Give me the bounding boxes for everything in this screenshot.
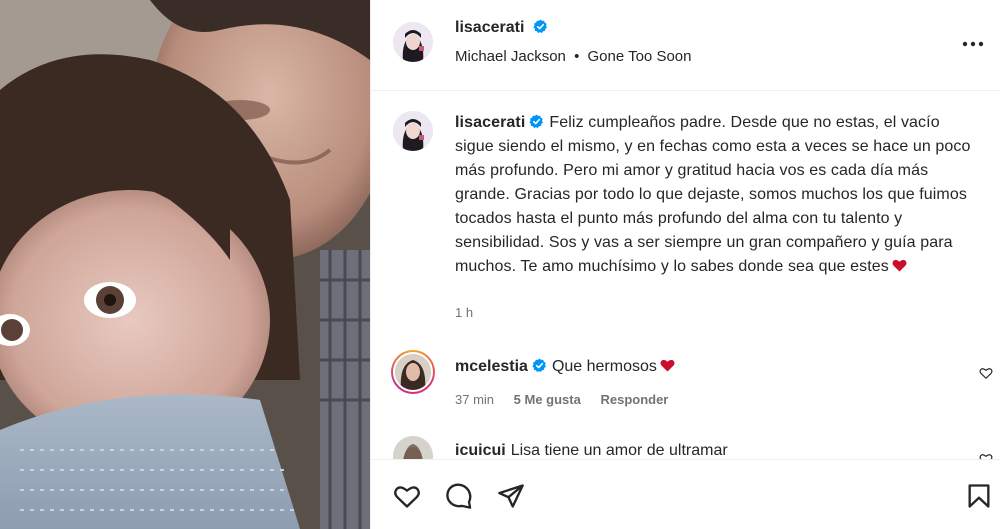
heart-icon[interactable]: [393, 482, 421, 510]
post-header: lisacerati Michael Jackson • Gone Too So…: [371, 0, 1000, 91]
red-heart-emoji-icon: [892, 259, 907, 272]
audio-attribution[interactable]: Michael Jackson • Gone Too Soon: [455, 48, 691, 65]
red-heart-emoji-icon: [660, 359, 675, 372]
comment-icon[interactable]: [445, 482, 473, 510]
bookmark-icon[interactable]: [965, 482, 993, 510]
separator-dot: •: [574, 48, 580, 65]
comment-meta: 37 min 5 Me gusta Responder: [455, 392, 684, 407]
more-options-button[interactable]: [959, 34, 987, 54]
comment-timestamp[interactable]: 37 min: [455, 392, 494, 407]
caption-username[interactable]: lisacerati: [455, 114, 525, 131]
comment-text-line: mcelestia Que hermosos: [455, 356, 675, 378]
reply-button[interactable]: Responder: [600, 392, 668, 407]
commenter-avatar[interactable]: [391, 350, 435, 394]
verified-badge-icon: [532, 358, 546, 372]
caption-body: Feliz cumpleaños padre. Desde que no est…: [455, 114, 971, 275]
caption-text: lisacerati Feliz cumpleaños padre. Desde…: [455, 111, 975, 279]
caption-author-avatar[interactable]: [393, 111, 433, 151]
song-artist[interactable]: Michael Jackson: [455, 48, 566, 65]
comment-body: Que hermosos: [551, 358, 657, 375]
share-icon[interactable]: [497, 482, 525, 510]
post-side-panel: lisacerati Michael Jackson • Gone Too So…: [370, 0, 1000, 529]
commenter-username[interactable]: mcelestia: [455, 358, 528, 375]
verified-badge-icon: [533, 19, 547, 33]
photo-illustration: [0, 0, 370, 529]
comment-like-heart-icon[interactable]: [979, 366, 993, 380]
comment-likes-count[interactable]: 5 Me gusta: [514, 392, 581, 407]
comment-body: Lisa tiene un amor de ultramar: [510, 442, 728, 459]
post-action-bar: [371, 459, 1000, 529]
song-title[interactable]: Gone Too Soon: [588, 48, 692, 65]
caption-timestamp[interactable]: 1 h: [455, 305, 473, 320]
more-horizontal-icon: [962, 41, 984, 47]
commenter-username[interactable]: icuicui: [455, 442, 506, 459]
author-avatar[interactable]: [393, 22, 433, 62]
post-photo: [0, 0, 370, 529]
author-username[interactable]: lisacerati: [455, 19, 524, 36]
verified-badge-icon: [529, 114, 544, 128]
